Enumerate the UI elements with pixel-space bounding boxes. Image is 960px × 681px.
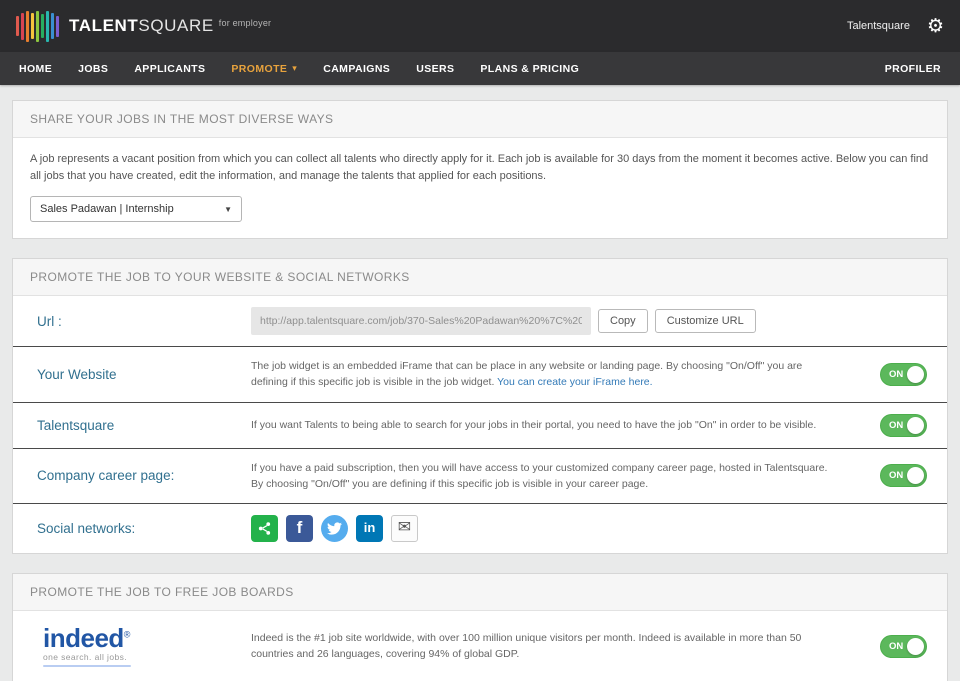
brand-text: TALENTSQUARE for employer	[69, 16, 271, 36]
email-icon[interactable]: ✉	[391, 515, 418, 542]
page-content: SHARE YOUR JOBS IN THE MOST DIVERSE WAYS…	[0, 85, 960, 681]
indeed-logo-text: indeed®	[43, 625, 251, 651]
job-select-value: Sales Padawan | Internship	[40, 203, 174, 215]
job-boards-card: PROMOTE THE JOB TO FREE JOB BOARDS indee…	[12, 573, 948, 681]
nav-item-label: PROFILER	[885, 63, 941, 75]
career-page-label: Company career page:	[13, 468, 251, 483]
linkedin-letters: in	[364, 518, 376, 538]
social-networks-row: Social networks: f in ✉	[13, 503, 947, 553]
talentsquare-row: Talentsquare If you want Talents to bein…	[13, 402, 947, 448]
indeed-row: indeed® one search. all jobs. Indeed is …	[13, 611, 947, 681]
nav-item-users[interactable]: USERS	[403, 52, 467, 85]
job-select[interactable]: Sales Padawan | Internship ▼	[30, 196, 242, 222]
nav-item-profiler[interactable]: PROFILER	[872, 52, 954, 85]
create-iframe-link[interactable]: You can create your iFrame here.	[497, 376, 652, 388]
promote-website-card-title: PROMOTE THE JOB TO YOUR WEBSITE & SOCIAL…	[13, 259, 947, 296]
brand-suffix: for employer	[219, 18, 271, 28]
career-page-toggle[interactable]: ON	[880, 464, 927, 487]
your-website-toggle[interactable]: ON	[880, 363, 927, 386]
brand-logo[interactable]: TALENTSQUARE for employer	[16, 9, 271, 43]
account-name[interactable]: Talentsquare	[847, 20, 910, 32]
toggle-knob	[907, 417, 924, 434]
registered-mark: ®	[124, 629, 130, 639]
url-label: Url :	[13, 314, 251, 329]
gear-icon[interactable]: ⚙	[927, 17, 944, 36]
nav-item-applicants[interactable]: APPLICANTS	[121, 52, 218, 85]
your-website-label: Your Website	[13, 367, 251, 382]
facebook-letter: f	[297, 515, 303, 541]
career-page-description: If you have a paid subscription, then yo…	[251, 460, 855, 493]
job-boards-card-title: PROMOTE THE JOB TO FREE JOB BOARDS	[13, 574, 947, 611]
nav-item-label: CAMPAIGNS	[323, 63, 390, 75]
url-row: Url : Copy Customize URL	[13, 296, 947, 346]
topbar-right: Talentsquare ⚙	[847, 17, 944, 36]
toggle-knob	[907, 467, 924, 484]
toggle-knob	[907, 366, 924, 383]
indeed-logo-underline	[43, 665, 131, 667]
envelope-glyph: ✉	[398, 516, 411, 541]
toggle-on-label: ON	[889, 641, 903, 652]
nav-spacer	[592, 52, 872, 85]
nav-item-label: PROMOTE	[231, 63, 287, 75]
select-caret-icon: ▼	[224, 205, 232, 214]
nav-item-label: PLANS & PRICING	[480, 63, 579, 75]
social-networks-icons: f in ✉	[251, 515, 855, 542]
toggle-knob	[907, 638, 924, 655]
customize-url-button[interactable]: Customize URL	[655, 309, 756, 333]
main-nav: HOME JOBS APPLICANTS PROMOTE ▾ CAMPAIGNS…	[0, 52, 960, 85]
talentsquare-description: If you want Talents to being able to sea…	[251, 417, 855, 433]
chevron-down-icon: ▾	[292, 64, 297, 73]
your-website-description: The job widget is an embedded iFrame tha…	[251, 358, 855, 391]
share-jobs-card: SHARE YOUR JOBS IN THE MOST DIVERSE WAYS…	[12, 100, 948, 239]
twitter-icon[interactable]	[321, 515, 348, 542]
nav-item-label: USERS	[416, 63, 454, 75]
toggle-on-label: ON	[889, 420, 903, 431]
share-jobs-card-body: A job represents a vacant position from …	[13, 138, 947, 238]
nav-item-home[interactable]: HOME	[6, 52, 65, 85]
nav-item-plans-pricing[interactable]: PLANS & PRICING	[467, 52, 592, 85]
nav-item-campaigns[interactable]: CAMPAIGNS	[310, 52, 403, 85]
indeed-tagline: one search. all jobs.	[43, 652, 251, 662]
indeed-logo: indeed® one search. all jobs.	[13, 625, 251, 667]
talentsquare-logo-icon	[16, 9, 59, 43]
linkedin-icon[interactable]: in	[356, 515, 383, 542]
share-icon[interactable]	[251, 515, 278, 542]
social-networks-label: Social networks:	[13, 521, 251, 536]
share-jobs-description: A job represents a vacant position from …	[30, 151, 930, 184]
talentsquare-toggle[interactable]: ON	[880, 414, 927, 437]
your-website-row: Your Website The job widget is an embedd…	[13, 346, 947, 402]
toggle-on-label: ON	[889, 470, 903, 481]
facebook-icon[interactable]: f	[286, 515, 313, 542]
talentsquare-label: Talentsquare	[13, 418, 251, 433]
nav-item-jobs[interactable]: JOBS	[65, 52, 121, 85]
brand-square: SQUARE	[138, 16, 213, 36]
url-row-content: Copy Customize URL	[251, 307, 855, 335]
indeed-description: Indeed is the #1 job site worldwide, wit…	[251, 630, 855, 663]
nav-item-label: JOBS	[78, 63, 108, 75]
job-url-input[interactable]	[251, 307, 591, 335]
brand-talent: TALENT	[69, 16, 138, 36]
promote-website-card: PROMOTE THE JOB TO YOUR WEBSITE & SOCIAL…	[12, 258, 948, 554]
career-page-row: Company career page: If you have a paid …	[13, 448, 947, 504]
indeed-toggle[interactable]: ON	[880, 635, 927, 658]
topbar: TALENTSQUARE for employer Talentsquare ⚙	[0, 0, 960, 52]
nav-item-promote[interactable]: PROMOTE ▾	[218, 52, 310, 85]
copy-url-button[interactable]: Copy	[598, 309, 648, 333]
share-jobs-card-title: SHARE YOUR JOBS IN THE MOST DIVERSE WAYS	[13, 101, 947, 138]
nav-item-label: HOME	[19, 63, 52, 75]
toggle-on-label: ON	[889, 369, 903, 380]
nav-item-label: APPLICANTS	[134, 63, 205, 75]
